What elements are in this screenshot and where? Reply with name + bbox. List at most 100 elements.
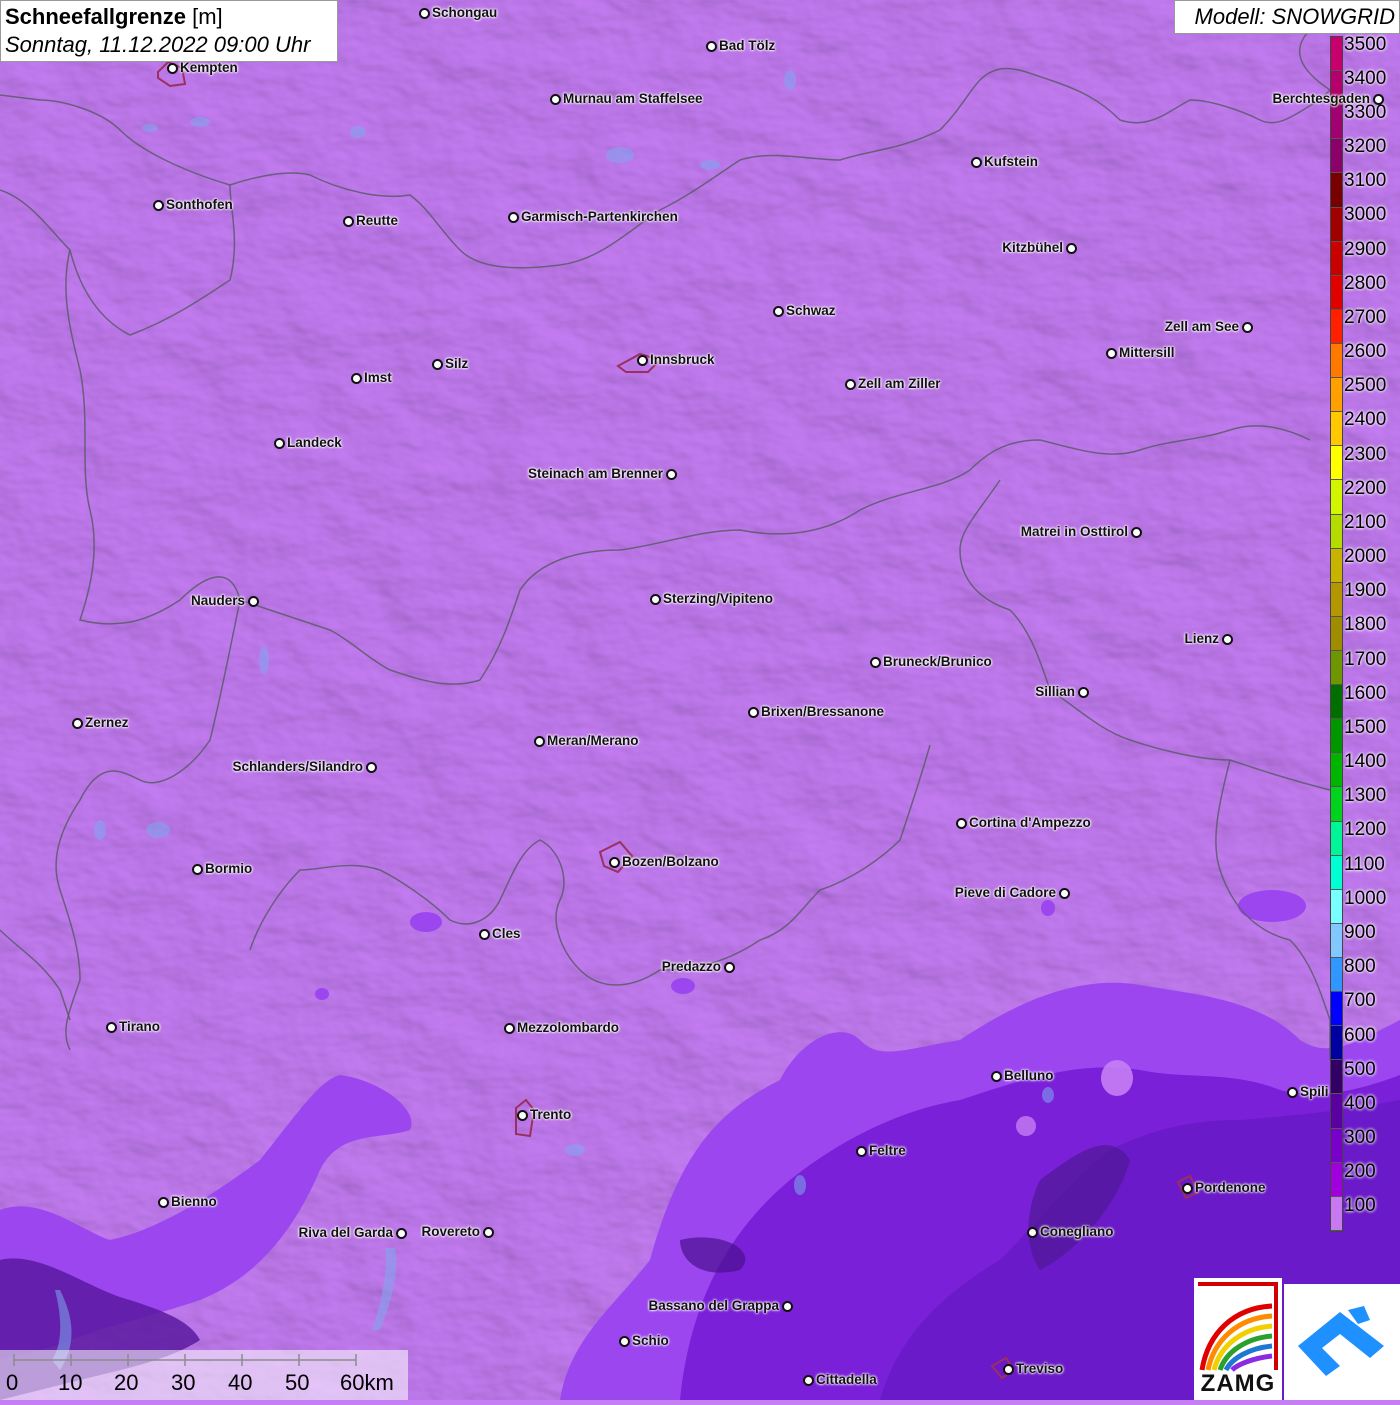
legend-swatch (1331, 37, 1342, 72)
city-marker (845, 379, 856, 390)
legend-label: 2100 (1344, 511, 1387, 533)
city-label: Schlanders/Silandro (232, 759, 363, 774)
legend-swatch (1331, 514, 1342, 549)
city-label: Predazzo (661, 959, 721, 974)
city-marker (1027, 1227, 1038, 1238)
legend-swatch (1331, 957, 1342, 993)
city-label: Spili (1300, 1084, 1329, 1099)
city-label: Cittadella (816, 1372, 877, 1387)
city-marker (803, 1375, 814, 1386)
map-title-box: Schneefallgrenze [m] Sonntag, 11.12.2022… (0, 0, 338, 62)
legend-label: 700 (1344, 990, 1376, 1012)
city-marker (1182, 1183, 1193, 1194)
legend-swatch (1331, 309, 1342, 344)
city-label: Innsbruck (650, 352, 715, 367)
city-marker (158, 1197, 169, 1208)
city-marker (666, 469, 677, 480)
city-marker (650, 594, 661, 605)
legend-label: 3400 (1344, 67, 1387, 89)
city-marker (508, 212, 519, 223)
legend-swatch (1331, 685, 1342, 720)
legend-swatch (1331, 821, 1342, 856)
city-label: Sillian (1035, 684, 1075, 699)
legend-label: 2400 (1344, 409, 1387, 431)
city-label: Meran/Merano (547, 733, 639, 748)
city-label: Feltre (869, 1143, 906, 1158)
legend-swatch (1331, 753, 1342, 788)
legend-label: 1600 (1344, 682, 1387, 704)
city-label: Zell am Ziller (858, 376, 941, 391)
legend-swatch (1331, 173, 1342, 208)
city-label: Garmisch-Partenkirchen (521, 209, 678, 224)
city-label: Trento (530, 1107, 572, 1122)
city-marker (706, 41, 717, 52)
city-label: Reutte (356, 213, 399, 228)
city-marker (782, 1301, 793, 1312)
legend-swatch (1331, 582, 1342, 617)
legend-swatch (1331, 343, 1342, 379)
city-marker (153, 200, 164, 211)
legend-label: 1000 (1344, 887, 1387, 909)
city-marker (483, 1227, 494, 1238)
legend-swatch (1331, 1162, 1342, 1197)
legend-label: 1900 (1344, 580, 1387, 602)
legend-swatch (1331, 719, 1342, 754)
legend-swatch (1331, 412, 1342, 447)
city-marker (1078, 687, 1089, 698)
legend-swatch (1331, 650, 1342, 686)
city-marker (870, 657, 881, 668)
color-legend: 3500 3400 3300 3200 3100 3000 2900 2800 2700 2600… (1330, 34, 1400, 1232)
city-label: Sterzing/Vipiteno (663, 591, 774, 606)
legend-swatch (1331, 139, 1342, 174)
city-label: Bassano del Grappa (648, 1298, 779, 1313)
city-marker (1373, 94, 1384, 105)
city-marker (1242, 322, 1253, 333)
legend-label: 2500 (1344, 375, 1387, 397)
legend-swatch (1331, 241, 1342, 276)
legend-swatch (1331, 1026, 1342, 1061)
city-label: Zell am See (1164, 319, 1239, 334)
legend-swatch (1331, 855, 1342, 890)
city-label: Cortina d'Ampezzo (969, 815, 1091, 830)
city-marker (991, 1071, 1002, 1082)
city-label: Silz (445, 356, 469, 371)
city-marker (343, 216, 354, 227)
city-marker (1131, 527, 1142, 538)
scale-label: 50 (285, 1370, 310, 1395)
map-datetime: Sonntag, 11.12.2022 09:00 Uhr (5, 32, 311, 57)
city-label: Matrei in Osttirol (1020, 524, 1128, 539)
city-label: Zernez (85, 715, 129, 730)
legend-label: 3200 (1344, 136, 1387, 158)
city-marker (773, 306, 784, 317)
city-marker (419, 8, 430, 19)
scale-label: 10 (58, 1370, 83, 1395)
city-label: Rovereto (421, 1224, 480, 1239)
city-label: Cles (492, 926, 521, 941)
city-label: Imst (364, 370, 392, 385)
city-marker (534, 736, 545, 747)
city-marker (550, 94, 561, 105)
legend-swatch (1331, 275, 1342, 310)
legend-label: 2300 (1344, 443, 1387, 465)
legend-label: 300 (1344, 1127, 1376, 1149)
legend-swatch (1331, 480, 1342, 515)
city-marker (856, 1146, 867, 1157)
legend-swatch (1331, 446, 1342, 481)
legend-swatch (1331, 378, 1342, 413)
city-label: Nauders (190, 593, 245, 608)
legend-label: 3000 (1344, 204, 1387, 226)
city-label: Bozen/Bolzano (622, 854, 719, 869)
snow-app-logo (1284, 1284, 1400, 1400)
zamg-rainbow-icon (1198, 1282, 1278, 1372)
legend-label: 2600 (1344, 341, 1387, 363)
legend-label: 600 (1344, 1024, 1376, 1046)
legend-label: 1500 (1344, 716, 1387, 738)
city-label: Bruneck/Brunico (883, 654, 992, 669)
scale-label: 60km (340, 1370, 394, 1395)
zamg-logo: ZAMG (1194, 1278, 1282, 1400)
legend-label: 900 (1344, 922, 1376, 943)
legend-color-bar (1330, 36, 1343, 1232)
city-marker (167, 63, 178, 74)
city-label: Mittersill (1119, 345, 1175, 360)
city-label: Pieve di Cadore (954, 885, 1056, 900)
